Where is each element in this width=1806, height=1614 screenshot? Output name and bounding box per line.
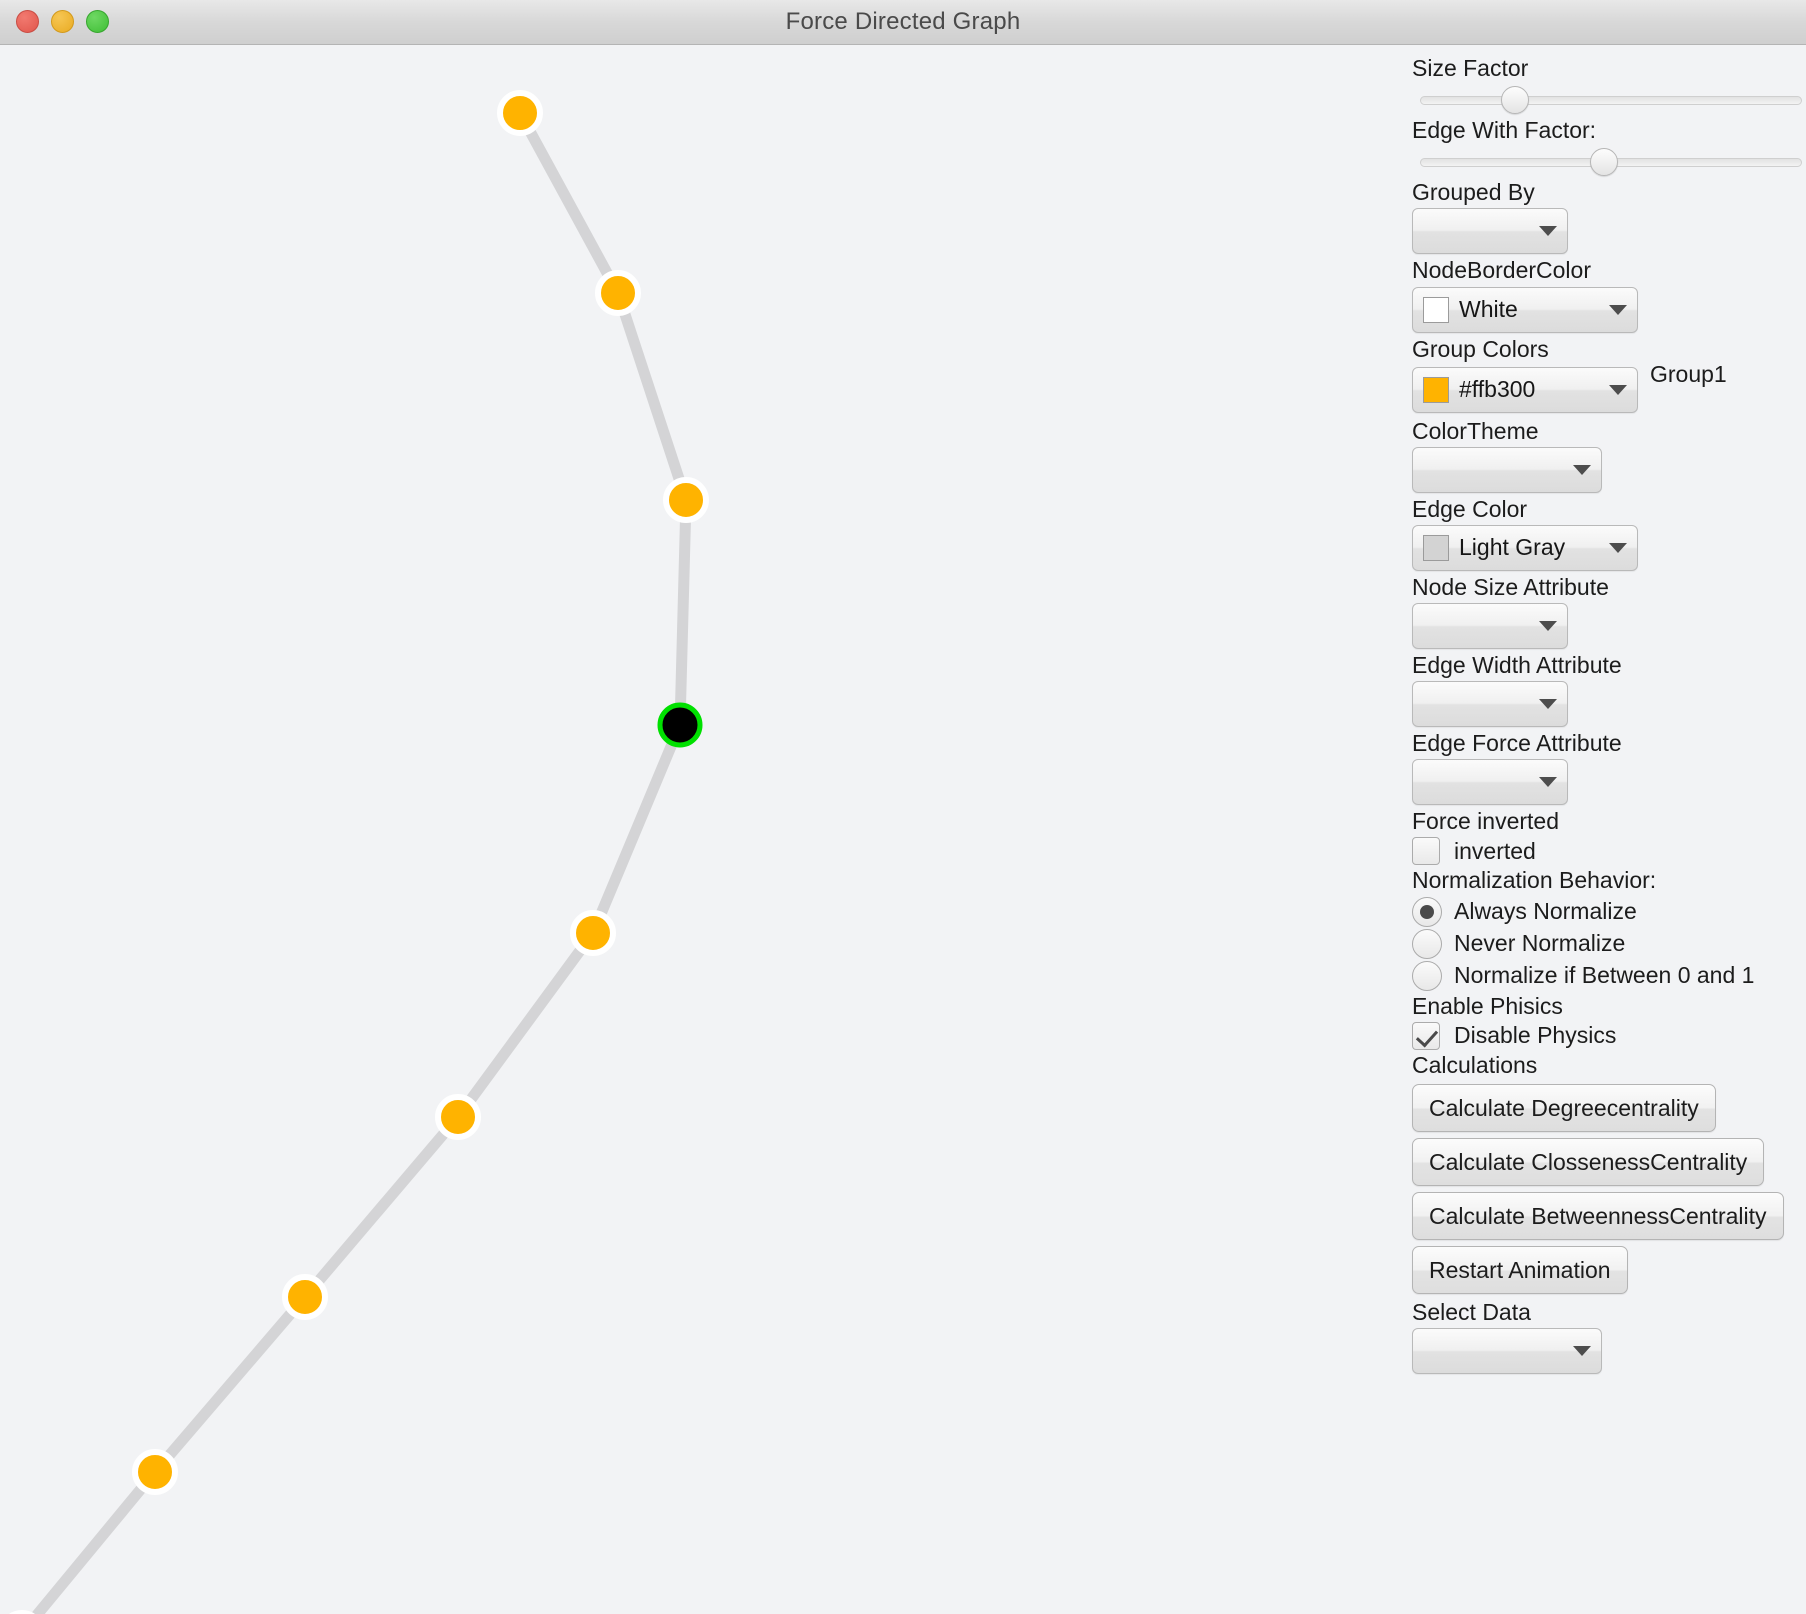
graph-edge: [587, 719, 686, 939]
size-factor-thumb[interactable]: [1501, 86, 1530, 115]
edge-force-attribute-label: Edge Force Attribute: [1412, 730, 1622, 757]
graph-node[interactable]: [497, 90, 543, 136]
radio-normalize-if-between[interactable]: Normalize if Between 0 and 1: [1412, 960, 1794, 991]
chevron-down-icon: [1609, 542, 1627, 553]
close-button[interactable]: [16, 10, 39, 33]
color-swatch-icon: [1423, 296, 1449, 323]
chevron-down-icon: [1539, 621, 1557, 631]
group-name-label: Group1: [1650, 360, 1727, 387]
chevron-down-icon: [1539, 226, 1557, 237]
color-theme-label: ColorTheme: [1412, 417, 1539, 444]
radio-always-normalize-label: Always Normalize: [1454, 898, 1637, 924]
color-swatch-icon: [1423, 376, 1449, 403]
window-titlebar: Force Directed Graph: [0, 0, 1806, 45]
color-theme-dropdown[interactable]: [1412, 446, 1602, 493]
grouped-by-dropdown[interactable]: [1412, 208, 1568, 255]
edge-color-label: Edge Color: [1412, 495, 1528, 522]
graph-edge: [149, 1291, 311, 1478]
radio-never-normalize-label: Never Normalize: [1454, 930, 1626, 956]
graph-node[interactable]: [282, 1274, 328, 1320]
size-factor-slider[interactable]: [1420, 85, 1802, 115]
radio-normalize-if-between-label: Normalize if Between 0 and 1: [1454, 962, 1755, 988]
edge-width-attribute-dropdown[interactable]: [1412, 681, 1568, 728]
graph-edge: [30, 1466, 161, 1614]
force-inverted-row[interactable]: inverted: [1412, 837, 1794, 866]
graph-svg[interactable]: [0, 45, 1400, 1614]
edge-color-dropdown[interactable]: Light Gray: [1412, 524, 1638, 571]
node-size-attribute-dropdown[interactable]: [1412, 603, 1568, 649]
select-data-dropdown[interactable]: [1412, 1327, 1602, 1374]
graph-edge: [299, 1111, 464, 1303]
graph-node[interactable]: [570, 910, 616, 956]
disable-physics-row[interactable]: Disable Physics: [1412, 1021, 1794, 1050]
group-colors-row: #ffb300 Group1: [1410, 361, 1794, 416]
chevron-down-icon: [1609, 304, 1627, 315]
enable-physics-label: Enable Phisics: [1412, 992, 1563, 1019]
graph-canvas[interactable]: [0, 45, 1400, 1614]
window-controls: [16, 10, 109, 33]
graph-node[interactable]: [132, 1449, 178, 1495]
edge-width-factor-slider[interactable]: [1420, 147, 1802, 177]
minimize-button[interactable]: [51, 10, 74, 33]
graph-edge: [514, 107, 624, 299]
force-inverted-label: Force inverted: [1412, 808, 1560, 835]
restart-animation-button[interactable]: Restart Animation: [1412, 1245, 1628, 1294]
size-factor-label: Size Factor: [1412, 55, 1529, 81]
chevron-down-icon: [1539, 777, 1557, 788]
graph-node[interactable]: [595, 270, 641, 316]
calculate-betweennesscentrality-button[interactable]: Calculate BetweennessCentrality: [1412, 1191, 1784, 1240]
group-colors-dropdown[interactable]: #ffb300: [1412, 366, 1638, 413]
disable-physics-label: Disable Physics: [1454, 1022, 1617, 1049]
disable-physics-checkbox[interactable]: [1412, 1021, 1440, 1050]
graph-edge: [612, 287, 692, 506]
graph-node[interactable]: [663, 477, 709, 523]
graph-edge: [452, 927, 599, 1123]
node-border-color-dropdown[interactable]: White: [1412, 286, 1638, 333]
zoom-button[interactable]: [86, 10, 109, 33]
inverted-checkbox-label: inverted: [1454, 837, 1536, 864]
chevron-down-icon: [1609, 384, 1627, 395]
group-colors-label: Group Colors: [1412, 335, 1549, 362]
graph-edge: [674, 494, 692, 731]
radio-never-normalize[interactable]: Never Normalize: [1412, 928, 1794, 959]
chevron-down-icon: [1539, 699, 1557, 710]
select-data-label: Select Data: [1412, 1298, 1531, 1325]
edge-color-value: Light Gray: [1459, 534, 1566, 561]
app-window: Force Directed Graph Size Factor Edge Wi…: [0, 0, 1806, 1614]
edge-width-factor-thumb[interactable]: [1589, 148, 1618, 177]
calculate-degreecentrality-button[interactable]: Calculate Degreecentrality: [1412, 1083, 1716, 1132]
chevron-down-icon: [1573, 1345, 1591, 1356]
calculate-clossenesscentrality-button[interactable]: Calculate ClossenessCentrality: [1412, 1137, 1765, 1186]
edge-width-attribute-label: Edge Width Attribute: [1412, 652, 1622, 678]
window-title: Force Directed Graph: [785, 8, 1021, 35]
node-size-attribute-label: Node Size Attribute: [1412, 573, 1609, 600]
edge-force-attribute-dropdown[interactable]: [1412, 759, 1568, 806]
chevron-down-icon: [1573, 464, 1591, 475]
normalization-label: Normalization Behavior:: [1412, 867, 1657, 894]
node-border-color-value: White: [1459, 296, 1518, 322]
grouped-by-label: Grouped By: [1412, 179, 1535, 206]
edge-width-factor-label: Edge With Factor:: [1412, 117, 1597, 144]
group-colors-value: #ffb300: [1459, 376, 1536, 403]
radio-normalize-if-between-button[interactable]: [1412, 960, 1442, 991]
inverted-checkbox[interactable]: [1412, 837, 1440, 866]
color-swatch-icon: [1423, 534, 1449, 561]
node-border-color-label: NodeBorderColor: [1412, 257, 1591, 284]
calculations-label: Calculations: [1412, 1051, 1538, 1078]
radio-always-normalize-button[interactable]: [1412, 896, 1442, 927]
graph-node[interactable]: [435, 1094, 481, 1140]
graph-node-selected[interactable]: [657, 702, 703, 748]
radio-never-normalize-button[interactable]: [1412, 928, 1442, 959]
size-factor-track[interactable]: [1420, 96, 1802, 106]
controls-sidebar: Size Factor Edge With Factor: Grouped By…: [1400, 45, 1806, 1614]
radio-always-normalize[interactable]: Always Normalize: [1412, 896, 1794, 927]
